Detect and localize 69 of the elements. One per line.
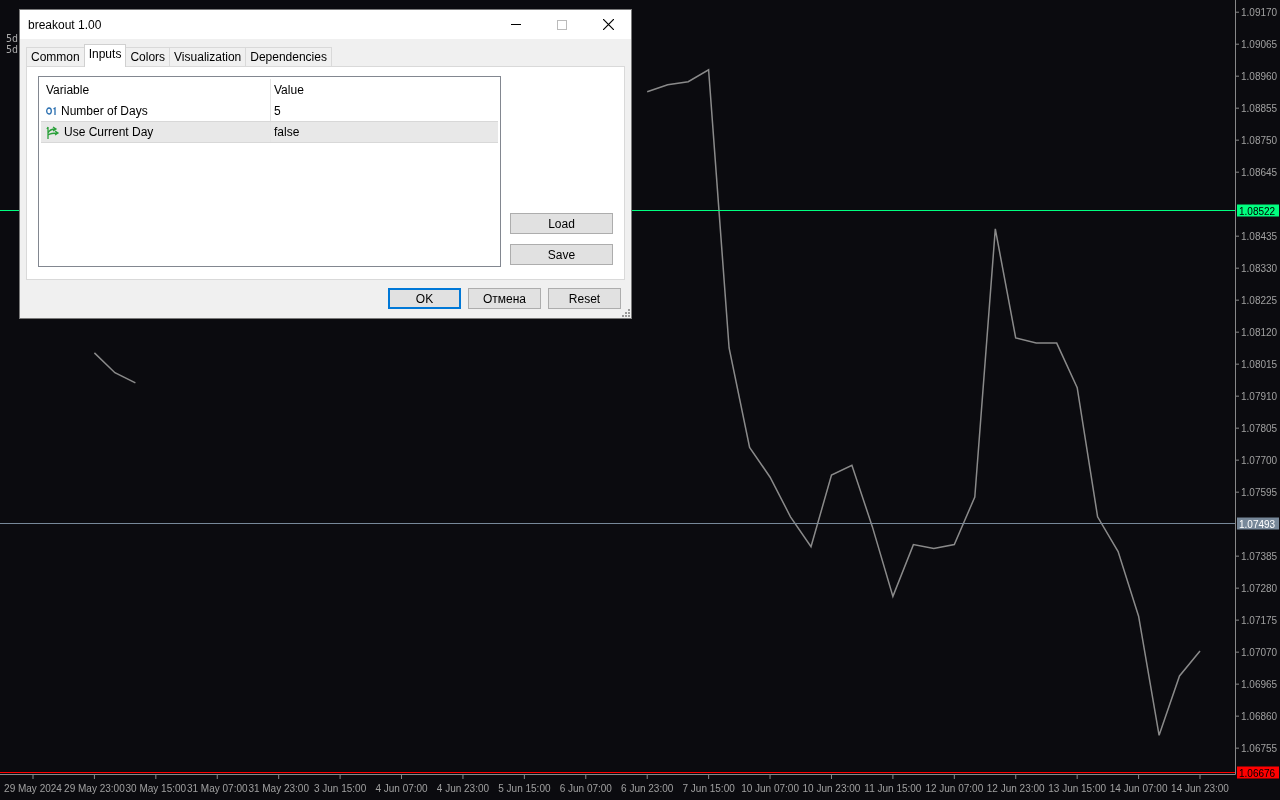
time-axis-label: 14 Jun 07:00 — [1109, 783, 1168, 794]
time-axis-label: 6 Jun 07:00 — [559, 783, 612, 794]
variable-name: Use Current Day — [64, 125, 154, 139]
price-axis-label: 1.09065 — [1241, 39, 1278, 51]
close-icon — [602, 19, 614, 30]
column-header[interactable]: Variable — [46, 83, 90, 97]
ok-button[interactable]: OK — [388, 288, 461, 309]
time-axis-label: 30 May 15:00 — [125, 783, 187, 794]
cancel-button[interactable]: Отмена — [468, 288, 541, 309]
table-row[interactable]: Use Current Day false — [41, 121, 498, 143]
load-button[interactable]: Load — [510, 213, 613, 234]
reset-button[interactable]: Reset — [548, 288, 621, 309]
window-title: breakout 1.00 — [28, 17, 103, 32]
time-axis-label: 10 Jun 07:00 — [741, 783, 799, 794]
branch-arrow-icon — [46, 125, 60, 139]
price-axis-label: 1.08330 — [1241, 263, 1278, 275]
time-axis-label: 7 Jun 15:00 — [682, 783, 735, 794]
price-axis-label: 1.08855 — [1241, 103, 1278, 115]
price-axis-label: 1.07910 — [1241, 391, 1278, 403]
price-axis-label: 1.06755 — [1241, 743, 1278, 755]
time-axis-label: 11 Jun 15:00 — [864, 783, 922, 794]
price-axis-label: 1.08120 — [1241, 327, 1278, 339]
price-axis-label: 1.06965 — [1241, 679, 1278, 691]
time-axis-label: 31 May 07:00 — [186, 783, 248, 794]
price-axis-label: 1.07280 — [1241, 583, 1278, 595]
price-axis-label: 1.07385 — [1241, 551, 1278, 563]
time-axis-label: 5 Jun 15:00 — [498, 783, 551, 794]
resize-grip-icon[interactable] — [622, 309, 630, 317]
price-axis-label: 1.07175 — [1241, 615, 1278, 627]
price-axis-label: 1.08225 — [1241, 295, 1278, 307]
variable-value[interactable]: false — [274, 125, 300, 139]
price-axis-label: 1.08750 — [1241, 135, 1278, 147]
tab[interactable]: Dependencies — [245, 47, 332, 67]
maximize-icon — [557, 19, 567, 30]
price-tag-label: 1.08522 — [1239, 205, 1276, 217]
price-axis-label: 1.07070 — [1241, 647, 1278, 659]
price-axis-label: 1.08645 — [1241, 167, 1278, 179]
minimize-icon — [511, 24, 521, 25]
time-axis-label: 12 Jun 23:00 — [986, 783, 1045, 794]
price-axis-label: 1.08015 — [1241, 359, 1278, 371]
time-axis-label: 10 Jun 23:00 — [802, 783, 861, 794]
time-axis-label: 13 Jun 15:00 — [1048, 783, 1107, 794]
time-axis-label: 29 May 23:00 — [64, 783, 125, 794]
time-axis-label: 14 Jun 23:00 — [1171, 783, 1229, 794]
price-axis-label: 1.08435 — [1241, 231, 1278, 243]
variable-value[interactable]: 5 — [274, 104, 281, 118]
indicator-label: 5d — [6, 33, 19, 44]
time-axis-label: 31 May 23:00 — [248, 783, 309, 794]
time-axis-label: 4 Jun 23:00 — [436, 783, 490, 794]
time-axis-label: 4 Jun 07:00 — [375, 783, 428, 794]
indicator-label: 5d — [6, 44, 19, 55]
price-tag-label: 1.07493 — [1239, 518, 1276, 530]
column-header[interactable]: Value — [274, 83, 304, 97]
price-axis-label: 1.08960 — [1241, 71, 1278, 83]
integer-type-icon — [46, 107, 57, 115]
price-axis-label: 1.07805 — [1241, 423, 1278, 435]
price-axis-label: 1.07700 — [1241, 455, 1278, 467]
tab[interactable]: Common — [26, 47, 85, 67]
variable-name: Number of Days — [61, 104, 148, 118]
time-axis-label: 3 Jun 15:00 — [313, 783, 367, 794]
time-axis-label: 6 Jun 23:00 — [621, 783, 674, 794]
price-tag-label: 1.06676 — [1239, 767, 1276, 779]
time-axis-label: 29 May 2024 — [4, 783, 62, 794]
price-axis-label: 1.07595 — [1241, 487, 1278, 499]
time-axis-label: 12 Jun 07:00 — [925, 783, 984, 794]
save-button[interactable]: Save — [510, 244, 613, 265]
tab[interactable]: Inputs — [83, 44, 127, 67]
price-axis-label: 1.09170 — [1241, 7, 1278, 19]
price-axis-label: 1.06860 — [1241, 711, 1278, 723]
